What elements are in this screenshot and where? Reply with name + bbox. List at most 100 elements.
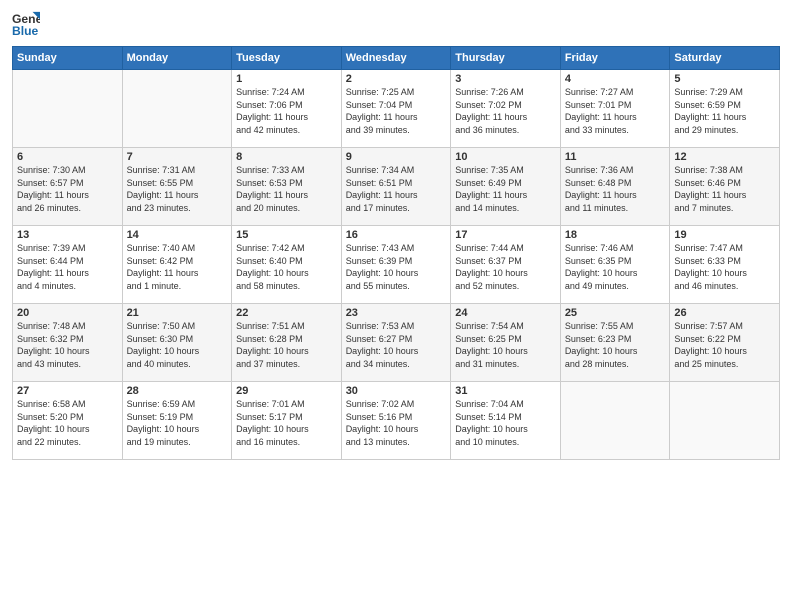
calendar-cell: 29Sunrise: 7:01 AM Sunset: 5:17 PM Dayli…	[232, 382, 342, 460]
day-info: Sunrise: 7:36 AM Sunset: 6:48 PM Dayligh…	[565, 164, 666, 214]
day-info: Sunrise: 7:48 AM Sunset: 6:32 PM Dayligh…	[17, 320, 118, 370]
day-info: Sunrise: 7:29 AM Sunset: 6:59 PM Dayligh…	[674, 86, 775, 136]
calendar-cell: 17Sunrise: 7:44 AM Sunset: 6:37 PM Dayli…	[451, 226, 561, 304]
calendar-cell: 27Sunrise: 6:58 AM Sunset: 5:20 PM Dayli…	[13, 382, 123, 460]
logo: General Blue	[12, 10, 42, 38]
calendar-cell	[13, 70, 123, 148]
calendar-cell: 23Sunrise: 7:53 AM Sunset: 6:27 PM Dayli…	[341, 304, 451, 382]
day-number: 15	[236, 229, 337, 241]
calendar-cell: 26Sunrise: 7:57 AM Sunset: 6:22 PM Dayli…	[670, 304, 780, 382]
calendar-week: 27Sunrise: 6:58 AM Sunset: 5:20 PM Dayli…	[13, 382, 780, 460]
calendar-cell: 18Sunrise: 7:46 AM Sunset: 6:35 PM Dayli…	[560, 226, 670, 304]
day-number: 11	[565, 151, 666, 163]
day-info: Sunrise: 7:40 AM Sunset: 6:42 PM Dayligh…	[127, 242, 228, 292]
day-info: Sunrise: 7:57 AM Sunset: 6:22 PM Dayligh…	[674, 320, 775, 370]
day-number: 21	[127, 307, 228, 319]
day-number: 6	[17, 151, 118, 163]
day-number: 20	[17, 307, 118, 319]
calendar-cell: 31Sunrise: 7:04 AM Sunset: 5:14 PM Dayli…	[451, 382, 561, 460]
calendar-cell: 11Sunrise: 7:36 AM Sunset: 6:48 PM Dayli…	[560, 148, 670, 226]
calendar-cell: 9Sunrise: 7:34 AM Sunset: 6:51 PM Daylig…	[341, 148, 451, 226]
day-header: Thursday	[451, 47, 561, 70]
day-header: Saturday	[670, 47, 780, 70]
day-info: Sunrise: 7:50 AM Sunset: 6:30 PM Dayligh…	[127, 320, 228, 370]
day-number: 26	[674, 307, 775, 319]
day-info: Sunrise: 7:51 AM Sunset: 6:28 PM Dayligh…	[236, 320, 337, 370]
day-info: Sunrise: 7:01 AM Sunset: 5:17 PM Dayligh…	[236, 398, 337, 448]
day-info: Sunrise: 7:54 AM Sunset: 6:25 PM Dayligh…	[455, 320, 556, 370]
calendar-cell: 3Sunrise: 7:26 AM Sunset: 7:02 PM Daylig…	[451, 70, 561, 148]
day-header: Tuesday	[232, 47, 342, 70]
day-number: 1	[236, 73, 337, 85]
calendar-cell: 15Sunrise: 7:42 AM Sunset: 6:40 PM Dayli…	[232, 226, 342, 304]
day-info: Sunrise: 7:02 AM Sunset: 5:16 PM Dayligh…	[346, 398, 447, 448]
day-number: 18	[565, 229, 666, 241]
day-number: 14	[127, 229, 228, 241]
day-header: Friday	[560, 47, 670, 70]
day-number: 13	[17, 229, 118, 241]
calendar-cell: 28Sunrise: 6:59 AM Sunset: 5:19 PM Dayli…	[122, 382, 232, 460]
day-info: Sunrise: 7:30 AM Sunset: 6:57 PM Dayligh…	[17, 164, 118, 214]
calendar-week: 1Sunrise: 7:24 AM Sunset: 7:06 PM Daylig…	[13, 70, 780, 148]
day-info: Sunrise: 7:44 AM Sunset: 6:37 PM Dayligh…	[455, 242, 556, 292]
calendar-week: 20Sunrise: 7:48 AM Sunset: 6:32 PM Dayli…	[13, 304, 780, 382]
day-number: 8	[236, 151, 337, 163]
day-info: Sunrise: 6:59 AM Sunset: 5:19 PM Dayligh…	[127, 398, 228, 448]
day-number: 28	[127, 385, 228, 397]
calendar-cell: 7Sunrise: 7:31 AM Sunset: 6:55 PM Daylig…	[122, 148, 232, 226]
day-info: Sunrise: 7:43 AM Sunset: 6:39 PM Dayligh…	[346, 242, 447, 292]
calendar-week: 13Sunrise: 7:39 AM Sunset: 6:44 PM Dayli…	[13, 226, 780, 304]
day-number: 29	[236, 385, 337, 397]
day-info: Sunrise: 7:31 AM Sunset: 6:55 PM Dayligh…	[127, 164, 228, 214]
calendar-table: SundayMondayTuesdayWednesdayThursdayFrid…	[12, 46, 780, 460]
day-info: Sunrise: 6:58 AM Sunset: 5:20 PM Dayligh…	[17, 398, 118, 448]
day-header: Sunday	[13, 47, 123, 70]
day-info: Sunrise: 7:39 AM Sunset: 6:44 PM Dayligh…	[17, 242, 118, 292]
day-number: 30	[346, 385, 447, 397]
calendar-cell	[560, 382, 670, 460]
svg-text:Blue: Blue	[12, 24, 39, 38]
calendar-cell: 30Sunrise: 7:02 AM Sunset: 5:16 PM Dayli…	[341, 382, 451, 460]
calendar-cell: 20Sunrise: 7:48 AM Sunset: 6:32 PM Dayli…	[13, 304, 123, 382]
day-number: 12	[674, 151, 775, 163]
day-info: Sunrise: 7:04 AM Sunset: 5:14 PM Dayligh…	[455, 398, 556, 448]
calendar-cell: 13Sunrise: 7:39 AM Sunset: 6:44 PM Dayli…	[13, 226, 123, 304]
day-number: 5	[674, 73, 775, 85]
day-number: 31	[455, 385, 556, 397]
day-info: Sunrise: 7:55 AM Sunset: 6:23 PM Dayligh…	[565, 320, 666, 370]
header: General Blue	[12, 10, 780, 38]
day-info: Sunrise: 7:34 AM Sunset: 6:51 PM Dayligh…	[346, 164, 447, 214]
calendar-cell: 19Sunrise: 7:47 AM Sunset: 6:33 PM Dayli…	[670, 226, 780, 304]
calendar-cell: 1Sunrise: 7:24 AM Sunset: 7:06 PM Daylig…	[232, 70, 342, 148]
day-info: Sunrise: 7:33 AM Sunset: 6:53 PM Dayligh…	[236, 164, 337, 214]
day-number: 24	[455, 307, 556, 319]
day-number: 4	[565, 73, 666, 85]
day-number: 25	[565, 307, 666, 319]
day-number: 2	[346, 73, 447, 85]
day-number: 19	[674, 229, 775, 241]
calendar-cell: 10Sunrise: 7:35 AM Sunset: 6:49 PM Dayli…	[451, 148, 561, 226]
day-number: 7	[127, 151, 228, 163]
day-number: 17	[455, 229, 556, 241]
calendar-cell: 22Sunrise: 7:51 AM Sunset: 6:28 PM Dayli…	[232, 304, 342, 382]
day-info: Sunrise: 7:53 AM Sunset: 6:27 PM Dayligh…	[346, 320, 447, 370]
calendar-cell: 14Sunrise: 7:40 AM Sunset: 6:42 PM Dayli…	[122, 226, 232, 304]
calendar-cell: 12Sunrise: 7:38 AM Sunset: 6:46 PM Dayli…	[670, 148, 780, 226]
day-info: Sunrise: 7:26 AM Sunset: 7:02 PM Dayligh…	[455, 86, 556, 136]
calendar-cell	[122, 70, 232, 148]
day-info: Sunrise: 7:47 AM Sunset: 6:33 PM Dayligh…	[674, 242, 775, 292]
day-header: Monday	[122, 47, 232, 70]
day-number: 10	[455, 151, 556, 163]
day-number: 27	[17, 385, 118, 397]
day-info: Sunrise: 7:42 AM Sunset: 6:40 PM Dayligh…	[236, 242, 337, 292]
day-number: 22	[236, 307, 337, 319]
day-info: Sunrise: 7:27 AM Sunset: 7:01 PM Dayligh…	[565, 86, 666, 136]
calendar-cell: 8Sunrise: 7:33 AM Sunset: 6:53 PM Daylig…	[232, 148, 342, 226]
main-container: General Blue SundayMondayTuesdayWednesda…	[0, 0, 792, 468]
day-number: 23	[346, 307, 447, 319]
day-info: Sunrise: 7:25 AM Sunset: 7:04 PM Dayligh…	[346, 86, 447, 136]
calendar-cell: 24Sunrise: 7:54 AM Sunset: 6:25 PM Dayli…	[451, 304, 561, 382]
calendar-cell: 4Sunrise: 7:27 AM Sunset: 7:01 PM Daylig…	[560, 70, 670, 148]
day-info: Sunrise: 7:46 AM Sunset: 6:35 PM Dayligh…	[565, 242, 666, 292]
calendar-cell: 6Sunrise: 7:30 AM Sunset: 6:57 PM Daylig…	[13, 148, 123, 226]
